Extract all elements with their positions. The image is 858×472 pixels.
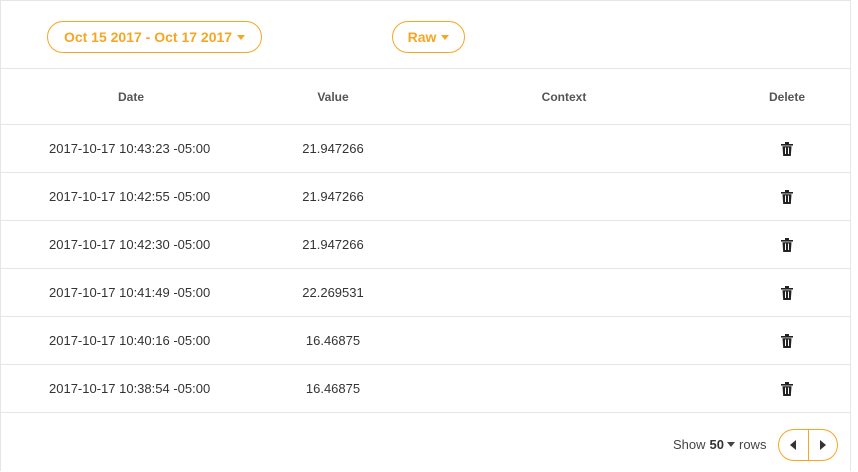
column-header-context[interactable]: Context: [464, 69, 664, 125]
table-row: 2017-10-17 10:42:30 -05:00 21.947266: [1, 221, 852, 269]
trash-icon[interactable]: [781, 382, 793, 396]
row-value: 21.947266: [302, 189, 364, 204]
caret-down-icon: [441, 34, 450, 40]
chevron-left-icon: [790, 440, 797, 450]
trash-icon[interactable]: [781, 238, 793, 252]
rows-label: rows: [739, 437, 767, 452]
row-context: [464, 269, 664, 317]
trash-icon[interactable]: [781, 142, 793, 156]
table-footer: Show 50 rows: [1, 413, 852, 472]
date-range-label: Oct 15 2017 - Oct 17 2017: [63, 29, 233, 45]
prev-page-button[interactable]: [779, 430, 808, 460]
row-value: 22.269531: [302, 285, 364, 300]
table-row: 2017-10-17 10:38:54 -05:00 16.46875: [1, 365, 852, 413]
table-row: 2017-10-17 10:42:55 -05:00 21.947266: [1, 173, 852, 221]
row-value: 21.947266: [302, 237, 364, 252]
table-row: 2017-10-17 10:40:16 -05:00 16.46875: [1, 317, 852, 365]
row-delete-cell: [737, 125, 837, 173]
row-delete-cell: [737, 221, 837, 269]
row-context: [464, 221, 664, 269]
toolbar: Oct 15 2017 - Oct 17 2017 Raw: [1, 1, 852, 69]
column-header-value[interactable]: Value: [233, 69, 433, 125]
trash-icon[interactable]: [781, 190, 793, 204]
row-value: 16.46875: [305, 381, 361, 396]
table-row: 2017-10-17 10:43:23 -05:00 21.947266: [1, 125, 852, 173]
rows-count: 50: [709, 437, 724, 452]
row-context: [464, 317, 664, 365]
row-delete-cell: [737, 365, 837, 413]
row-delete-cell: [737, 269, 837, 317]
trash-icon[interactable]: [781, 286, 793, 300]
chevron-right-icon: [819, 440, 826, 450]
table-body: 2017-10-17 10:43:23 -05:00 21.947266 201…: [1, 125, 852, 413]
page-margin: [851, 0, 858, 471]
column-header-delete: Delete: [768, 90, 806, 104]
row-context: [464, 365, 664, 413]
row-context: [464, 173, 664, 221]
rows-per-page-select[interactable]: Show 50 rows: [673, 437, 766, 452]
data-mode-select[interactable]: Raw: [392, 21, 465, 53]
data-mode-label: Raw: [407, 29, 437, 45]
column-header-date[interactable]: Date: [31, 69, 231, 125]
pagination: [778, 429, 838, 461]
row-delete-cell: [737, 317, 837, 365]
trash-icon[interactable]: [781, 334, 793, 348]
caret-down-icon: [237, 34, 246, 40]
row-value: 21.947266: [302, 141, 364, 156]
show-label: Show: [673, 437, 706, 452]
date-range-picker[interactable]: Oct 15 2017 - Oct 17 2017: [47, 21, 262, 53]
table-header: Date Value Context Delete: [1, 69, 852, 125]
row-context: [464, 125, 664, 173]
caret-down-icon: [727, 442, 735, 447]
row-value: 16.46875: [305, 333, 361, 348]
table-row: 2017-10-17 10:41:49 -05:00 22.269531: [1, 269, 852, 317]
next-page-button[interactable]: [807, 430, 838, 460]
row-delete-cell: [737, 173, 837, 221]
datapoints-panel: Oct 15 2017 - Oct 17 2017 Raw Date Value…: [0, 0, 852, 472]
